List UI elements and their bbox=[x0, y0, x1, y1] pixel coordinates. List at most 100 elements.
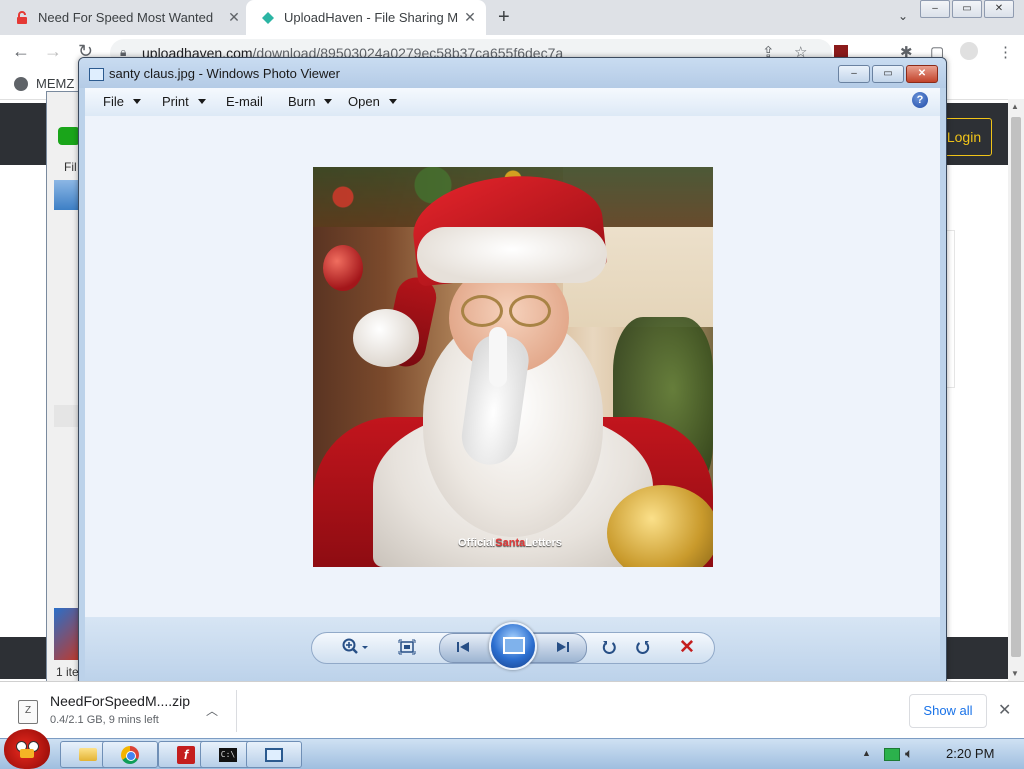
photo-canvas: OfficialSantaLetters bbox=[85, 116, 940, 617]
photo-viewer-controls: – ▭ ✕ bbox=[836, 65, 938, 83]
chevron-down-icon bbox=[324, 99, 333, 104]
lock-red-icon bbox=[14, 10, 30, 26]
chevron-down-icon bbox=[132, 99, 141, 104]
tab-title: Need For Speed Most Wanted bbox=[38, 10, 214, 25]
photo-watermark: OfficialSantaLetters bbox=[458, 537, 562, 549]
scroll-up-icon[interactable]: ▲ bbox=[1011, 102, 1019, 111]
start-button[interactable] bbox=[4, 729, 50, 769]
zoom-icon[interactable] bbox=[339, 635, 373, 659]
menu-open[interactable]: Open bbox=[348, 94, 397, 109]
photo-hat-trim bbox=[417, 227, 607, 283]
menu-label: Open bbox=[348, 94, 380, 109]
clock[interactable]: 2:20 PM bbox=[946, 746, 994, 761]
photo-red-ornament bbox=[323, 245, 363, 291]
tab-need-for-speed[interactable]: Need For Speed Most Wanted ✕ bbox=[14, 0, 246, 35]
menu-label: Burn bbox=[288, 94, 316, 109]
slideshow-icon bbox=[503, 637, 525, 654]
minimize-button[interactable]: – bbox=[838, 65, 870, 83]
tab-strip: Need For Speed Most Wanted ✕ UploadHaven… bbox=[0, 0, 1024, 35]
back-button-icon[interactable] bbox=[58, 127, 80, 145]
menu-label: Print bbox=[162, 94, 189, 109]
show-hidden-icons[interactable]: ▲ bbox=[862, 748, 871, 758]
menu-file[interactable]: File bbox=[103, 94, 141, 109]
page-scrollbar[interactable]: ▲ ▼ bbox=[1008, 99, 1024, 681]
chevron-up-icon[interactable]: ︿ bbox=[206, 702, 218, 719]
photo-viewer-window: santy claus.jpg - Windows Photo Viewer –… bbox=[78, 57, 947, 683]
chevron-down-icon bbox=[388, 99, 397, 104]
divider bbox=[236, 690, 237, 732]
photo-pompom bbox=[353, 309, 419, 367]
menu-label: E-mail bbox=[226, 94, 263, 109]
download-status: 0.4/2.1 GB, 9 mins left bbox=[50, 714, 159, 726]
next-icon[interactable] bbox=[551, 635, 575, 659]
maximize-button[interactable]: ▭ bbox=[872, 65, 904, 83]
new-tab-button[interactable]: + bbox=[498, 6, 510, 29]
watermark-part: Santa bbox=[495, 537, 526, 549]
close-icon[interactable]: ✕ bbox=[998, 700, 1011, 720]
background-thumbnail bbox=[54, 608, 80, 660]
flash-icon: f bbox=[177, 745, 195, 764]
photo-finger bbox=[489, 327, 507, 387]
photo-viewer-controlbar: ✕ bbox=[85, 617, 940, 682]
profile-avatar[interactable] bbox=[960, 42, 978, 60]
photo-viewer-titlebar[interactable]: santy claus.jpg - Windows Photo Viewer –… bbox=[79, 58, 946, 88]
slideshow-button[interactable] bbox=[489, 622, 537, 670]
volume-icon[interactable]: 🔈︎ bbox=[905, 745, 913, 762]
forward-arrow-icon[interactable]: → bbox=[44, 41, 62, 62]
rotate-clockwise-icon[interactable] bbox=[631, 635, 655, 659]
back-arrow-icon[interactable]: ← bbox=[12, 41, 30, 62]
previous-icon[interactable] bbox=[451, 635, 475, 659]
photo-viewer-menubar: File Print E-mail Burn Open ? bbox=[85, 88, 940, 117]
close-button[interactable]: ✕ bbox=[984, 0, 1014, 18]
help-icon[interactable]: ? bbox=[912, 92, 928, 108]
background-item-count: 1 ite bbox=[56, 665, 79, 679]
photo-glasses bbox=[509, 295, 551, 327]
menu-email[interactable]: E-mail bbox=[226, 94, 263, 109]
close-tab-icon[interactable]: ✕ bbox=[462, 9, 478, 26]
window-controls: – ▭ ✕ bbox=[918, 0, 1014, 18]
menu-burn[interactable]: Burn bbox=[288, 94, 333, 109]
window-title: santy claus.jpg - Windows Photo Viewer bbox=[109, 66, 340, 81]
zip-file-icon: Z bbox=[18, 700, 38, 724]
download-file-name[interactable]: NeedForSpeedM....zip bbox=[50, 693, 190, 709]
command-prompt-icon: C:\ bbox=[219, 747, 237, 762]
taskbar-photo-viewer[interactable] bbox=[246, 741, 302, 768]
uploadhaven-icon bbox=[260, 10, 276, 26]
downloads-shelf: Z NeedForSpeedM....zip 0.4/2.1 GB, 9 min… bbox=[0, 681, 1024, 739]
photo-viewer-icon bbox=[265, 747, 283, 762]
chrome-menu-icon[interactable]: ⋮ bbox=[998, 43, 1013, 61]
minimize-button[interactable]: – bbox=[920, 0, 950, 18]
close-button[interactable]: ✕ bbox=[906, 65, 938, 83]
background-folder-icon bbox=[54, 180, 80, 210]
watermark-part: Official bbox=[458, 537, 496, 549]
folder-icon bbox=[79, 748, 97, 761]
tab-uploadhaven[interactable]: UploadHaven - File Sharing M ✕ bbox=[246, 0, 486, 35]
beak-icon bbox=[20, 749, 34, 758]
bookmark-memz[interactable]: MEMZ bbox=[14, 76, 74, 91]
tab-title: UploadHaven - File Sharing M bbox=[284, 10, 459, 25]
rotate-counterclockwise-icon[interactable] bbox=[597, 635, 621, 659]
delete-icon[interactable]: ✕ bbox=[675, 635, 699, 659]
bookmark-label: MEMZ bbox=[36, 76, 75, 91]
close-tab-icon[interactable]: ✕ bbox=[226, 9, 242, 26]
chrome-icon bbox=[121, 745, 139, 764]
taskbar-chrome[interactable] bbox=[102, 741, 158, 768]
santa-photo: OfficialSantaLetters bbox=[313, 167, 713, 567]
tab-search-button[interactable]: ⌄ bbox=[898, 9, 908, 23]
watermark-part: Letters bbox=[525, 537, 562, 549]
maximize-button[interactable]: ▭ bbox=[952, 0, 982, 18]
photo-glasses bbox=[461, 295, 503, 327]
show-all-button[interactable]: Show all bbox=[909, 694, 987, 728]
background-row bbox=[54, 405, 80, 427]
battery-icon[interactable] bbox=[884, 748, 900, 761]
menu-label: File bbox=[103, 94, 124, 109]
scroll-down-icon[interactable]: ▼ bbox=[1011, 669, 1019, 678]
actual-size-icon[interactable] bbox=[395, 635, 419, 659]
taskbar: f C:\ ▲ 🔈︎ 2:20 PM bbox=[0, 729, 1024, 769]
scrollbar-thumb[interactable] bbox=[1011, 117, 1021, 657]
photo-viewer-app-icon bbox=[89, 68, 104, 81]
globe-icon bbox=[14, 76, 28, 91]
background-menu-file: Fil bbox=[64, 160, 77, 174]
chevron-down-icon bbox=[197, 99, 206, 104]
menu-print[interactable]: Print bbox=[162, 94, 206, 109]
